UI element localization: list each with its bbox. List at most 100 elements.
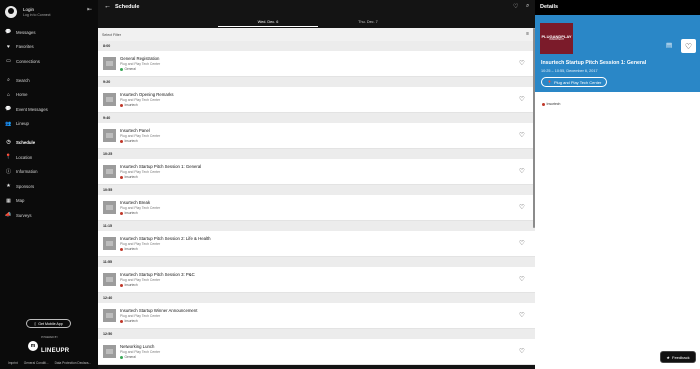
back-arrow-icon[interactable]: ← [104,3,111,10]
session-row[interactable]: Insurtech Opening Remarks Plug and Play T… [98,86,535,113]
session-row[interactable]: Insurtech Panel Plug and Play Tech Center… [98,122,535,149]
footer-link-imprint[interactable]: Imprint [8,361,18,365]
login-sublabel[interactable]: Log in to Connect [23,13,50,17]
phone-icon: ▯ [34,321,37,326]
get-mobile-app-button[interactable]: ▯ Get Mobile App [26,319,71,328]
sidebar-item-favorites[interactable]: ♥ Favorites [0,40,98,55]
sidebar-item-location[interactable]: 📍 Location [0,150,98,165]
session-tag: Insurtech [120,103,138,107]
time-header: 11:55 [98,257,535,267]
tag-dot [120,175,123,179]
favorites-heart-icon[interactable]: ♡ [513,3,518,10]
sidebar-item-information[interactable]: ⓘ Information [0,164,98,179]
filter-icon[interactable]: ≡ [526,31,529,37]
favorite-heart-icon[interactable]: ♡ [519,347,525,355]
favorite-heart-icon[interactable]: ♡ [519,203,525,211]
app-root: Login Log in to Connect ⇤ 💬 Messages ♥ Favo… [0,0,700,369]
session-location: Plug and Play Tech Center [120,349,161,354]
session-location: Plug and Play Tech Center [120,61,161,66]
footer-link-privacy[interactable]: Data Protection Declara... [55,361,92,365]
time-header: 9:40 [98,113,535,123]
session-thumbnail [103,164,116,178]
search-icon: ⌕ [7,77,10,84]
add-to-calendar-icon[interactable]: ▤ [666,41,672,49]
sidebar-item-event-messages[interactable]: 💬 Event Messages [0,102,98,117]
search-icon[interactable]: ⌕ [526,3,529,10]
session-title: Insurtech Panel [120,127,150,133]
session-tag-label: Insurtech [124,247,138,251]
sidebar-item-surveys[interactable]: 📣 Surveys [0,208,98,223]
footer-link-conditions[interactable]: General Conditi... [24,361,49,365]
filter-select[interactable]: Select Filter ≡ [98,28,535,41]
tab-wed-dec-6[interactable]: Wed. Dec. 6 [218,17,318,27]
feedback-button[interactable]: ★ Feedback [660,351,696,363]
session-row[interactable]: Insurtech Startup Pitch Session 1: Gener… [98,158,535,185]
session-tag: Insurtech [120,247,138,251]
details-panel: Details PLUGANDPLAY INSURTECH ▤ ♡ Insurt… [535,0,700,369]
favorite-heart-icon[interactable]: ♡ [681,39,696,53]
connections-icon: ▭ [6,58,11,65]
collapse-left-icon[interactable]: ⇤ [87,6,92,13]
map-icon: ▦ [6,197,11,204]
tab-thu-dec-7[interactable]: Thu. Dec. 7 [318,17,418,27]
favorite-heart-icon[interactable]: ♡ [519,95,525,103]
login-label[interactable]: Login [23,7,34,12]
sponsor-logo: PLUGANDPLAY INSURTECH [540,23,573,54]
avatar[interactable] [5,6,17,18]
chat-icon: 💬 [5,106,12,113]
session-location: Plug and Play Tech Center [120,313,161,318]
tag-dot [120,139,123,143]
sidebar: Login Log in to Connect ⇤ 💬 Messages ♥ Favo… [0,0,98,369]
schedule-list[interactable]: Select Filter ≡ 8:00 General Registration… [98,28,535,369]
sidebar-item-lineup[interactable]: 👥 Lineup [0,117,98,132]
brand-name: LINEUPR [41,347,70,354]
sidebar-item-map[interactable]: ▦ Map [0,194,98,209]
sidebar-item-home[interactable]: ⌂ Home [0,87,98,102]
sidebar-item-messages[interactable]: 💬 Messages [0,25,98,40]
session-title: Insurtech Startup Winner Announcement [120,307,198,313]
favorite-heart-icon[interactable]: ♡ [519,239,525,247]
sidebar-item-search[interactable]: ⌕ Search [0,73,98,88]
session-tag: Insurtech [120,319,138,323]
session-tag-label: Insurtech [546,102,561,106]
favorite-heart-icon[interactable]: ♡ [519,167,525,175]
login-block[interactable]: Login Log in to Connect [5,4,93,20]
session-row[interactable]: Insurtech Startup Pitch Session 2: Life … [98,230,535,257]
session-row[interactable]: Insurtech Break Plug and Play Tech Center… [98,194,535,221]
session-thumbnail [103,200,116,214]
sidebar-item-schedule[interactable]: ◷ Schedule [0,135,98,150]
session-location: Plug and Play Tech Center [120,97,161,102]
sidebar-item-connections[interactable]: ▭ Connections [0,54,98,69]
time-header: 12:40 [98,293,535,303]
sidebar-item-label: Location [16,154,33,160]
sidebar-item-label: Event Messages [16,106,48,112]
location-button[interactable]: 📍 Plug and Play Tech Center [541,77,608,87]
favorite-heart-icon[interactable]: ♡ [519,59,525,67]
sidebar-item-label: Lineup [16,121,29,127]
session-tag-label: Insurtech [124,319,138,323]
session-tag-label: General [124,67,136,71]
sidebar-item-sponsors[interactable]: ★ Sponsors [0,179,98,194]
tag-dot [120,319,123,323]
time-header: 9:20 [98,77,535,87]
favorite-heart-icon[interactable]: ♡ [519,311,525,319]
page-title: Schedule [115,4,140,10]
session-thumbnail [103,236,116,250]
home-icon: ⌂ [6,91,11,98]
sidebar-item-label: Connections [16,58,40,64]
favorite-heart-icon[interactable]: ♡ [519,275,525,283]
time-header: 12:50 [98,329,535,339]
sidebar-item-label: Information [16,169,38,175]
session-row[interactable]: General Registration Plug and Play Tech C… [98,50,535,77]
sidebar-item-label: Favorites [16,44,34,50]
get-mobile-app-label: Get Mobile App [38,321,63,326]
details-header: Details [535,0,700,15]
heart-icon: ♥ [7,43,10,50]
session-tag-label: Insurtech [124,139,138,143]
favorite-heart-icon[interactable]: ♡ [519,131,525,139]
session-row[interactable]: Insurtech Startup Pitch Session 3: P&C Pl… [98,266,535,293]
time-header: 10:55 [98,185,535,195]
session-title: Insurtech Startup Pitch Session 3: P&C [120,271,195,277]
session-row[interactable]: Networking Lunch Plug and Play Tech Cente… [98,338,535,365]
session-row[interactable]: Insurtech Startup Winner Announcement Plu… [98,302,535,329]
